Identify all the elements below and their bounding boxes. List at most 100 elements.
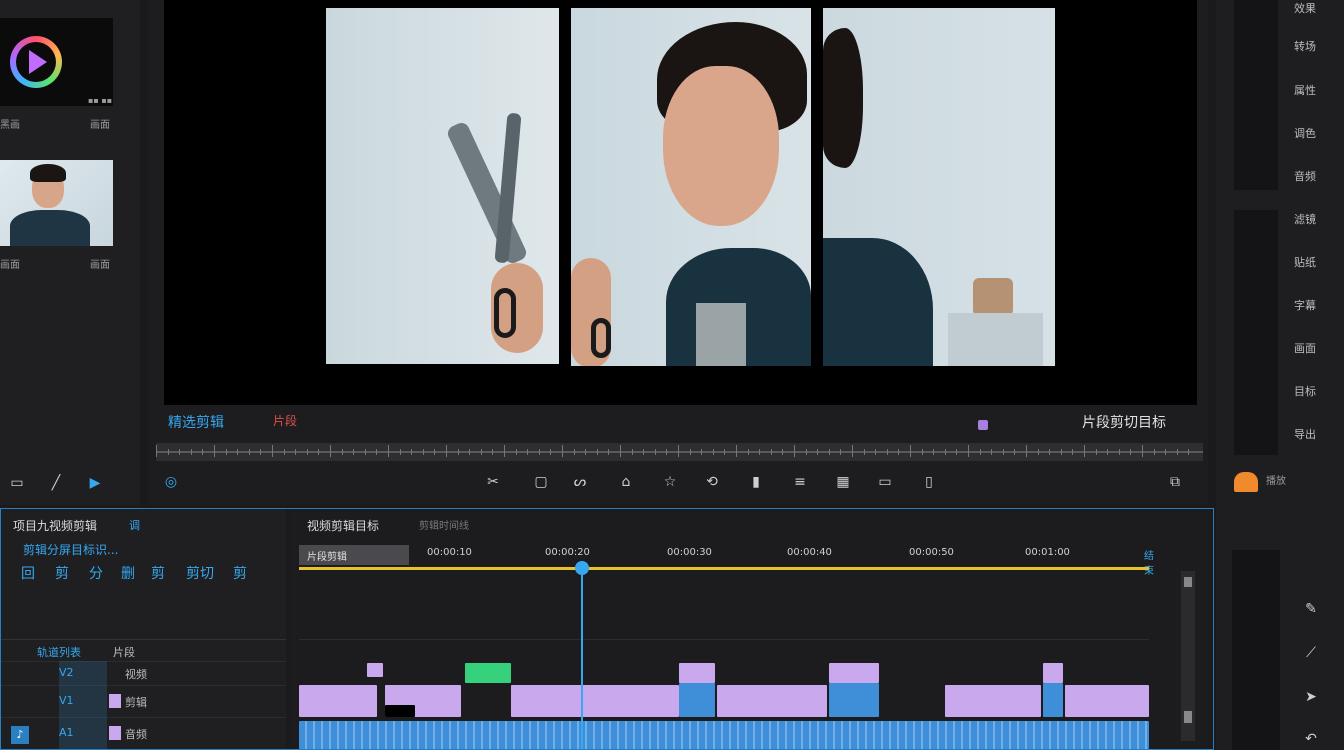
- right-item-6[interactable]: 贴纸: [1294, 254, 1316, 270]
- right-item-3[interactable]: 调色: [1294, 125, 1316, 141]
- scrub-tick: [353, 449, 355, 455]
- clip-v2-0[interactable]: [367, 663, 383, 677]
- scrub-tick: [1026, 445, 1027, 457]
- scrub-tick: [1142, 445, 1143, 457]
- tool-btn-4[interactable]: 剪: [151, 563, 165, 583]
- track-header-label: 轨道列表: [37, 646, 81, 659]
- clip-v1-black[interactable]: [385, 705, 415, 717]
- tool-btn-3[interactable]: 删: [121, 563, 135, 583]
- export-icon[interactable]: ⧉: [1164, 471, 1186, 493]
- scrub-tick: [214, 445, 215, 457]
- clip-v1-2[interactable]: [511, 685, 679, 717]
- edit-toolbar: ◎ ✂ ▢ ᔕ ⌂ ☆ ⟲ ▮ ≡ ▦ ▭ ▯ ⧉: [148, 467, 1208, 499]
- list-icon[interactable]: ≡: [789, 471, 811, 493]
- track-highlight-column: [59, 661, 107, 749]
- scrub-tick: [237, 449, 239, 455]
- tool-btn-0[interactable]: 回: [21, 563, 35, 583]
- pointer-icon[interactable]: ➤: [1300, 686, 1322, 708]
- right-item-1[interactable]: 转场: [1294, 38, 1316, 54]
- split-icon[interactable]: ⟲: [701, 471, 723, 493]
- clip-v2-green[interactable]: [465, 663, 511, 683]
- scrub-tick: [701, 449, 703, 455]
- timeline-subtitle: 剪辑时间线: [419, 521, 469, 532]
- ruler[interactable]: 片段剪辑 00:00:10 00:00:20 00:00:30 00:00:40…: [299, 545, 1154, 577]
- star-icon[interactable]: ☆: [659, 471, 681, 493]
- right-item-7[interactable]: 字幕: [1294, 297, 1316, 313]
- right-item-8[interactable]: 画面: [1294, 340, 1316, 356]
- clip-v2-3[interactable]: [1043, 663, 1063, 683]
- tool-btn-5[interactable]: 剪切: [186, 563, 214, 583]
- right-item-2[interactable]: 属性: [1294, 82, 1316, 98]
- clip-v1-0[interactable]: [299, 685, 377, 717]
- media-item1-duration: 画面: [90, 120, 110, 131]
- clip-v1-3[interactable]: [679, 683, 715, 717]
- playhead[interactable]: [575, 561, 589, 749]
- clip-v1-6[interactable]: [945, 685, 1041, 717]
- scrub-tick: [585, 449, 587, 455]
- cut-icon[interactable]: ✂: [482, 471, 504, 493]
- track-lock-icon[interactable]: ♪: [11, 726, 29, 744]
- tool-btn-2[interactable]: 分: [89, 563, 103, 583]
- scrub-tick: [712, 449, 714, 455]
- scrub-tick: [550, 449, 552, 455]
- scrub-tick: [840, 449, 842, 455]
- undo-icon[interactable]: ↶: [1300, 728, 1322, 750]
- scrub-tick: [422, 449, 424, 455]
- edit-line-icon[interactable]: ╱: [45, 472, 67, 494]
- scrub-tick: [620, 445, 621, 457]
- right-panel: 效果 转场 属性 调色 音频 滤镜 贴纸 字幕 画面 目标 导出 播放 ✎ ⟋ …: [1216, 0, 1344, 750]
- right-item-4[interactable]: 音频: [1294, 168, 1316, 184]
- wand-icon[interactable]: ⟋: [1300, 642, 1322, 664]
- file-icon[interactable]: ▯: [918, 471, 940, 493]
- left-tools-badge[interactable]: 调: [129, 517, 140, 533]
- clip-v1-5[interactable]: [829, 683, 879, 717]
- left-tools-subtitle: 剪辑分屏目标识...: [23, 543, 119, 557]
- brush-icon[interactable]: ✎: [1300, 598, 1322, 620]
- right-item-0[interactable]: 效果: [1294, 0, 1316, 16]
- scrub-tick: [944, 449, 946, 455]
- crop-icon[interactable]: ▢: [530, 471, 552, 493]
- clip-v2-1[interactable]: [679, 663, 715, 683]
- clip-v1-4[interactable]: [717, 685, 827, 717]
- media-thumb-person[interactable]: [0, 160, 113, 246]
- clip-v1-8[interactable]: [1065, 685, 1149, 717]
- media-item1-label: 黑画: [0, 120, 20, 131]
- scrub-tick: [469, 449, 471, 455]
- marker-icon[interactable]: [978, 420, 988, 430]
- tool-btn-6[interactable]: 剪: [233, 563, 247, 583]
- right-item-10[interactable]: 导出: [1294, 426, 1316, 442]
- monitor-icon[interactable]: ▭: [874, 471, 896, 493]
- grid-icon[interactable]: ▦: [832, 471, 854, 493]
- right-item-9[interactable]: 目标: [1294, 383, 1316, 399]
- playhead-handle[interactable]: [575, 561, 589, 575]
- person-orange-icon[interactable]: [1234, 472, 1258, 492]
- clip-a1-audio[interactable]: [299, 721, 1149, 749]
- scrub-tick: [643, 449, 645, 455]
- right-item-5[interactable]: 滤镜: [1294, 211, 1316, 227]
- clip-v1-7[interactable]: [1043, 683, 1063, 717]
- person-face: [663, 66, 779, 226]
- scrub-tick: [968, 445, 969, 457]
- pen-icon[interactable]: ᔕ: [569, 471, 591, 493]
- ruler-clip-label-box[interactable]: 片段剪辑: [299, 545, 409, 565]
- play-icon[interactable]: ▶: [84, 472, 106, 494]
- timeline-scrollbar[interactable]: [1181, 571, 1195, 741]
- tool-btn-1[interactable]: 剪: [55, 563, 69, 583]
- scrub-tick: [608, 449, 610, 455]
- scrub-tick: [1188, 449, 1190, 455]
- folder-icon[interactable]: ▭: [6, 472, 28, 494]
- scrub-tick: [306, 449, 308, 455]
- scrub-tick: [817, 449, 819, 455]
- media-thumb-logo[interactable]: ▪▪ ▪▪: [0, 18, 113, 106]
- scrub-tick: [260, 449, 262, 455]
- right-bottom-label: 播放: [1266, 476, 1286, 487]
- target-icon[interactable]: ◎: [160, 471, 182, 493]
- scrub-tick: [225, 449, 227, 455]
- scrub-bar[interactable]: [156, 443, 1203, 461]
- bars-icon[interactable]: ▮: [745, 471, 767, 493]
- scrub-tick: [1153, 449, 1155, 455]
- clip-v2-2[interactable]: [829, 663, 879, 683]
- tag-icon[interactable]: ⌂: [615, 471, 637, 493]
- preview-left-badge[interactable]: 片段: [273, 412, 297, 429]
- scrub-tick: [446, 445, 447, 457]
